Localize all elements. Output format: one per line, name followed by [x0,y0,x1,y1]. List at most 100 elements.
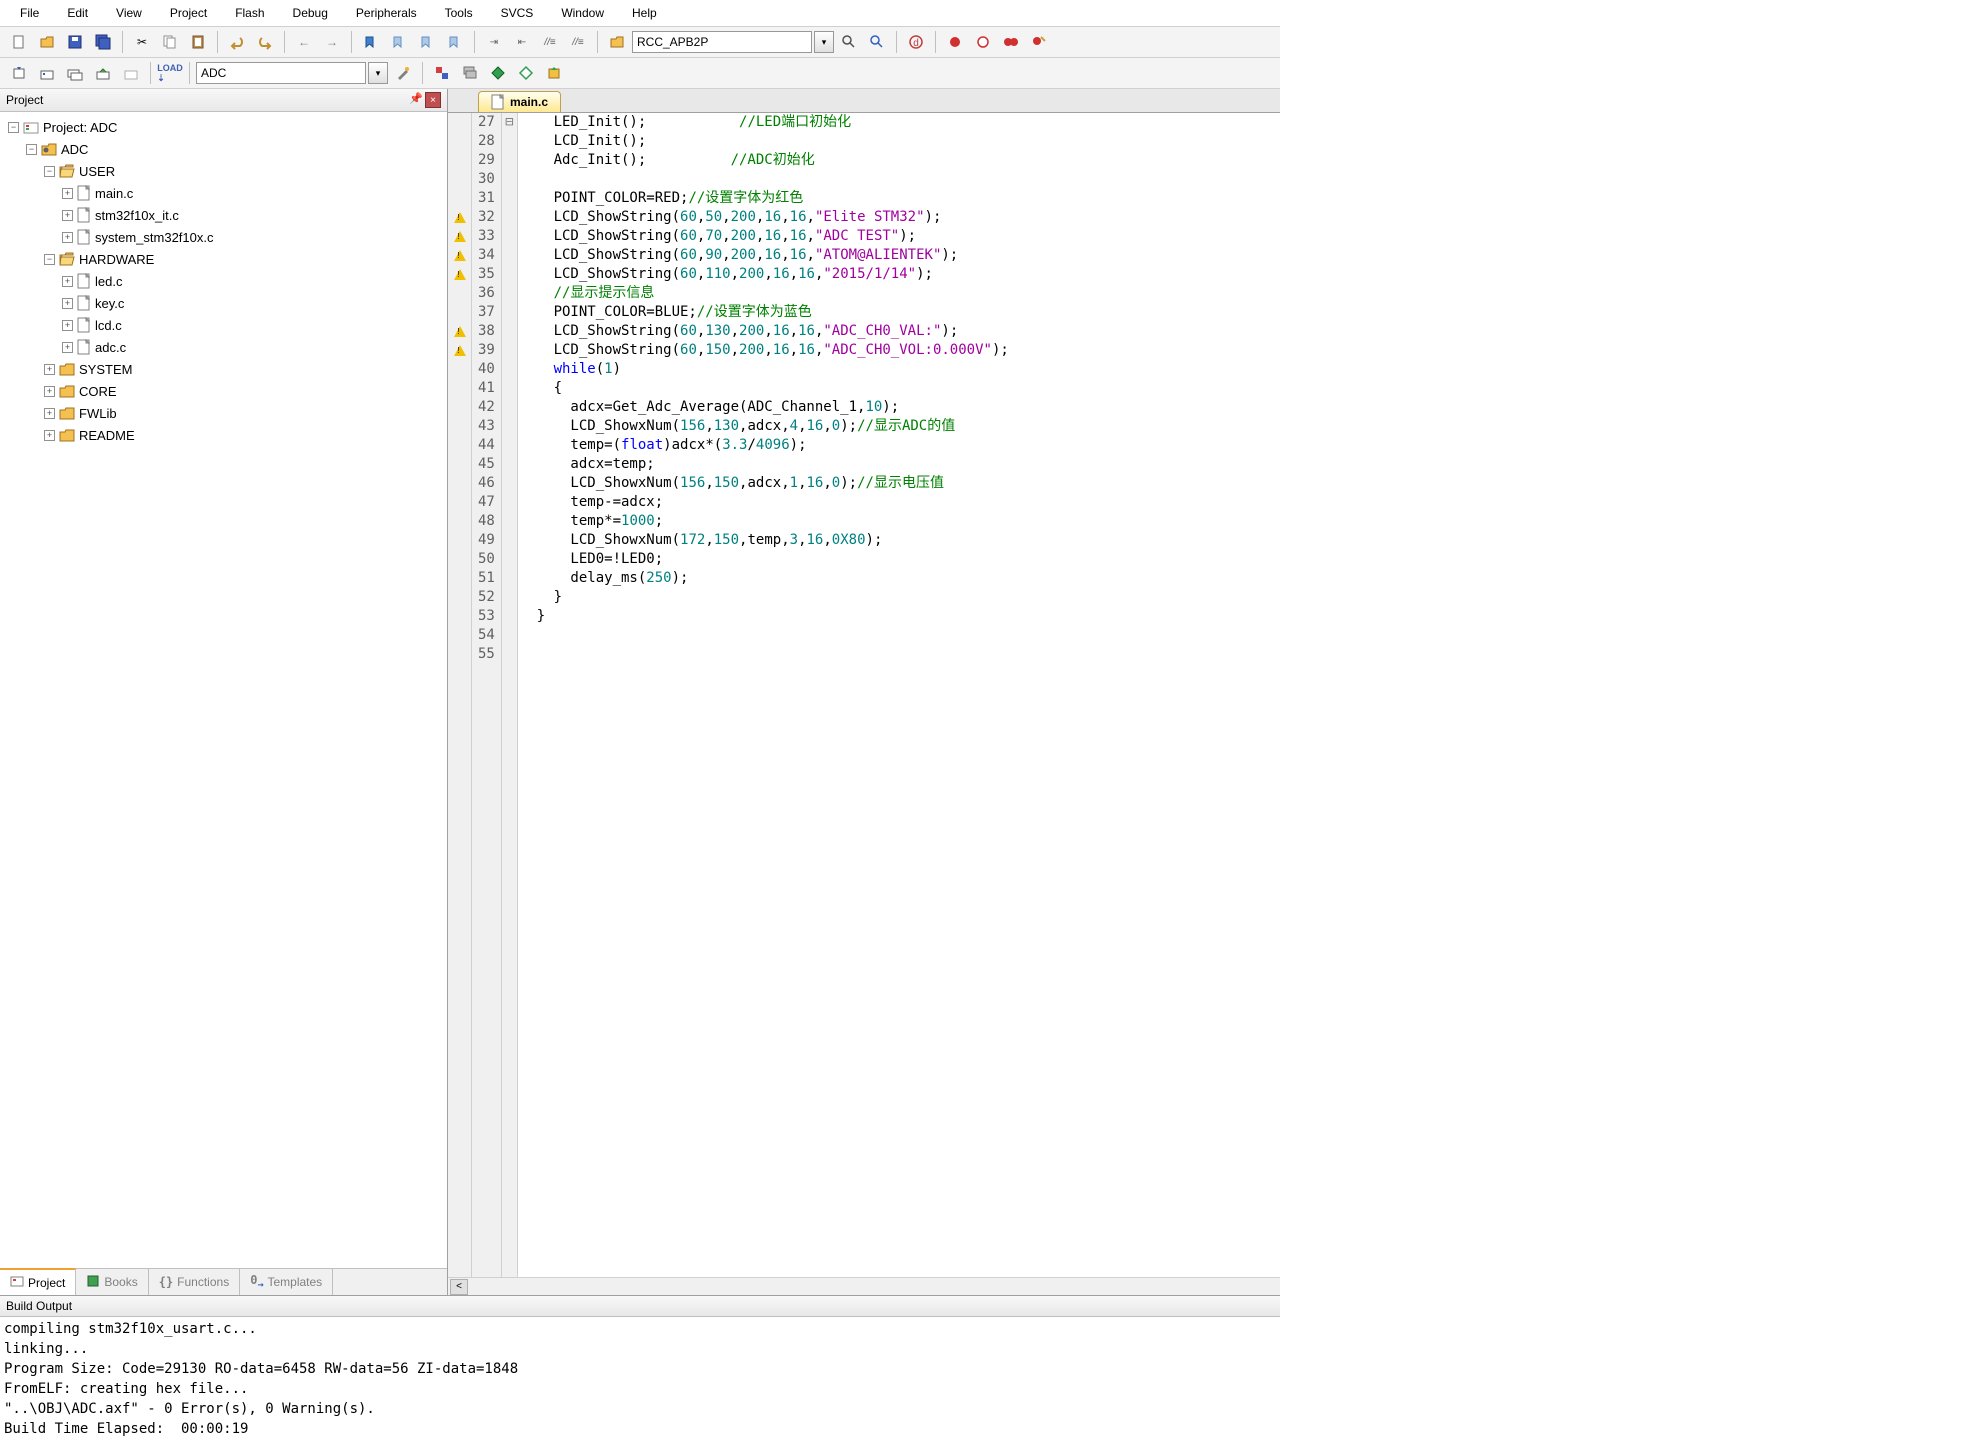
manage-rte-button[interactable] [485,61,511,85]
tree-toggle[interactable]: + [62,232,73,243]
build-output-text[interactable]: compiling stm32f10x_usart.c... linking..… [0,1317,1280,1447]
open-file-button[interactable] [34,30,60,54]
menu-debug[interactable]: Debug [279,2,342,24]
warning-marker[interactable] [454,231,466,242]
menu-view[interactable]: View [102,2,156,24]
tree-file-led-c[interactable]: +led.c [4,270,443,292]
menu-help[interactable]: Help [618,2,671,24]
tree-group-hardware[interactable]: −HARDWARE [4,248,443,270]
comment-button[interactable]: //≡ [537,30,563,54]
copy-button[interactable] [157,30,183,54]
breakpoint-disable-button[interactable] [970,30,996,54]
bookmark-next-button[interactable] [414,30,440,54]
incremental-find-button[interactable] [864,30,890,54]
pin-icon[interactable]: 📌 [409,92,423,108]
translate-button[interactable] [6,61,32,85]
menu-svcs[interactable]: SVCS [487,2,548,24]
breakpoint-insert-button[interactable] [942,30,968,54]
tree-toggle[interactable]: + [62,276,73,287]
batch-build-button[interactable] [90,61,116,85]
tree-toggle[interactable]: + [44,386,55,397]
tree-toggle[interactable]: + [62,210,73,221]
find-target-input[interactable] [632,31,812,53]
warning-marker[interactable] [454,269,466,280]
find-in-files-button[interactable] [604,30,630,54]
find-dropdown[interactable]: ▾ [814,31,834,53]
warning-marker[interactable] [454,326,466,337]
tree-toggle[interactable]: − [26,144,37,155]
pack-installer-button[interactable] [541,61,567,85]
tree-toggle[interactable]: + [44,408,55,419]
download-button[interactable]: LOAD⇣ [157,61,183,85]
breakpoint-kill-all-button[interactable] [1026,30,1052,54]
select-packs-button[interactable] [513,61,539,85]
menu-edit[interactable]: Edit [53,2,102,24]
undo-button[interactable] [224,30,250,54]
left-tab-functions[interactable]: {}Functions [149,1269,240,1295]
tree-toggle[interactable]: + [44,364,55,375]
menu-tools[interactable]: Tools [431,2,487,24]
target-select[interactable] [196,62,366,84]
editor-tab-main-c[interactable]: main.c [478,91,561,112]
tree-target[interactable]: −ADC [4,138,443,160]
editor-h-scrollbar[interactable]: < [448,1277,1280,1295]
find-button[interactable] [836,30,862,54]
menu-project[interactable]: Project [156,2,221,24]
target-options-button[interactable] [390,61,416,85]
warning-marker[interactable] [454,345,466,356]
tree-group-readme[interactable]: +README [4,424,443,446]
tree-file-key-c[interactable]: +key.c [4,292,443,314]
nav-forward-button[interactable]: → [319,30,345,54]
nav-back-button[interactable]: ← [291,30,317,54]
menu-file[interactable]: File [6,2,53,24]
warning-marker[interactable] [454,212,466,223]
bookmark-prev-button[interactable] [386,30,412,54]
tree-toggle[interactable]: + [62,342,73,353]
tree-toggle[interactable]: + [44,430,55,441]
tree-file-lcd-c[interactable]: +lcd.c [4,314,443,336]
warning-marker[interactable] [454,250,466,261]
tree-toggle[interactable]: − [44,254,55,265]
tree-file-system_stm32f10x-c[interactable]: +system_stm32f10x.c [4,226,443,248]
tree-group-user[interactable]: −USER [4,160,443,182]
left-tab-books[interactable]: Books [76,1269,148,1295]
bookmark-toggle-button[interactable] [358,30,384,54]
tree-toggle[interactable]: − [8,122,19,133]
tree-toggle[interactable]: + [62,188,73,199]
bookmark-clear-button[interactable] [442,30,468,54]
debug-start-button[interactable]: d [903,30,929,54]
tree-toggle[interactable]: − [44,166,55,177]
menu-flash[interactable]: Flash [221,2,278,24]
tree-file-stm32f10x_it-c[interactable]: +stm32f10x_it.c [4,204,443,226]
menu-peripherals[interactable]: Peripherals [342,2,431,24]
scroll-left-button[interactable]: < [450,1279,468,1295]
tree-toggle[interactable]: + [62,298,73,309]
save-all-button[interactable] [90,30,116,54]
manage-project-button[interactable] [429,61,455,85]
cut-button[interactable]: ✂ [129,30,155,54]
code-editor[interactable]: 2728293031323334353637383940414243444546… [448,113,1280,1277]
tree-file-main-c[interactable]: +main.c [4,182,443,204]
multi-project-button[interactable] [457,61,483,85]
tree-file-adc-c[interactable]: +adc.c [4,336,443,358]
breakpoint-kill-button[interactable] [998,30,1024,54]
tree-toggle[interactable]: + [62,320,73,331]
left-tab-project[interactable]: Project [0,1268,76,1295]
unindent-button[interactable]: ⇤ [509,30,535,54]
tree-group-system[interactable]: +SYSTEM [4,358,443,380]
project-tree[interactable]: −Project: ADC−ADC−USER+main.c+stm32f10x_… [0,112,447,1268]
menu-window[interactable]: Window [547,2,618,24]
new-file-button[interactable] [6,30,32,54]
close-panel-button[interactable]: × [425,92,441,108]
build-button[interactable] [34,61,60,85]
target-dropdown[interactable]: ▾ [368,62,388,84]
left-tab-templates[interactable]: 0→Templates [240,1269,333,1295]
stop-build-button[interactable] [118,61,144,85]
indent-button[interactable]: ⇥ [481,30,507,54]
paste-button[interactable] [185,30,211,54]
tree-root[interactable]: −Project: ADC [4,116,443,138]
uncomment-button[interactable]: //≡ [565,30,591,54]
tree-group-core[interactable]: +CORE [4,380,443,402]
tree-group-fwlib[interactable]: +FWLib [4,402,443,424]
rebuild-button[interactable] [62,61,88,85]
